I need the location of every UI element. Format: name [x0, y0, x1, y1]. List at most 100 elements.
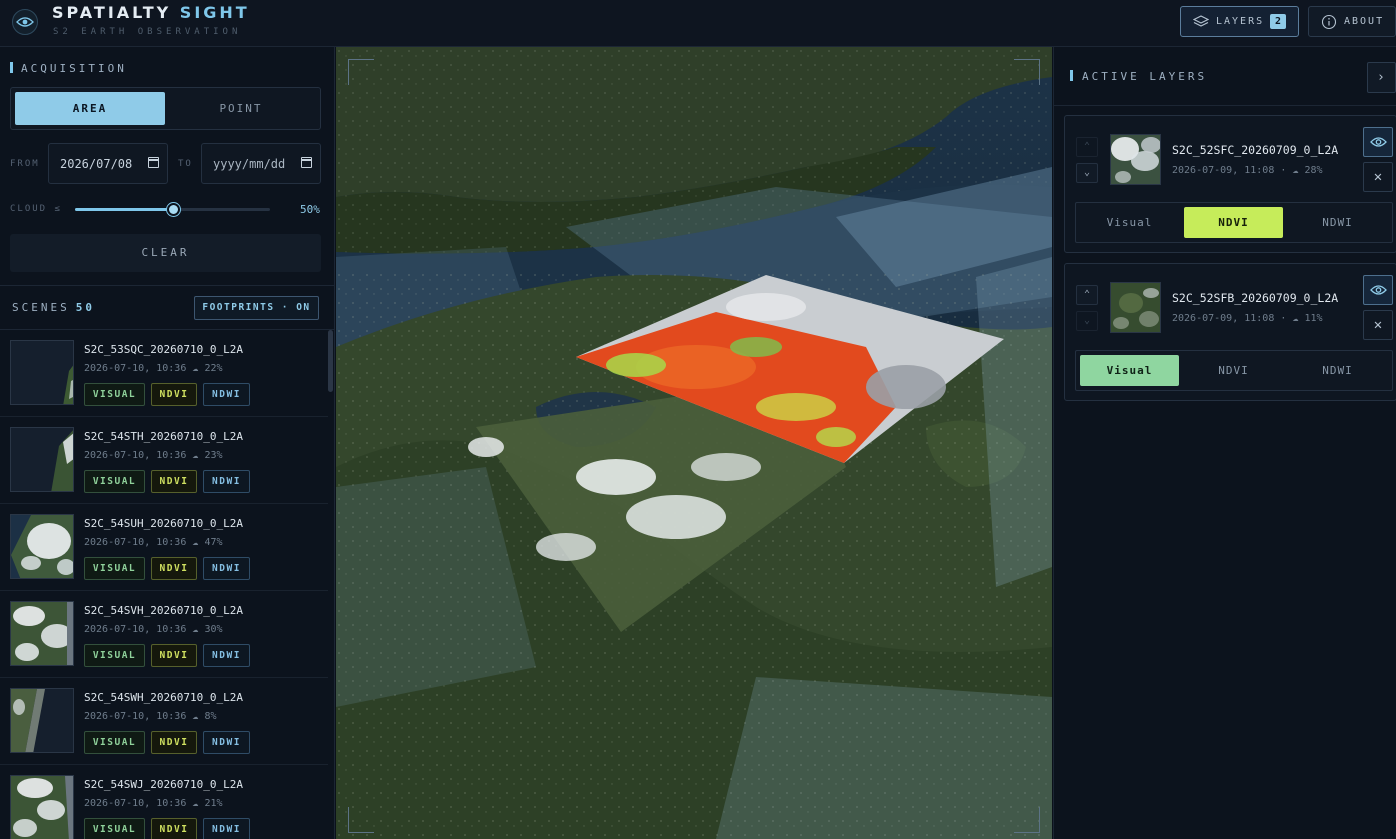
ndvi-pill-button[interactable]: NDVI	[151, 470, 197, 493]
scene-cloud: 22%	[204, 363, 223, 374]
calendar-icon[interactable]	[301, 157, 312, 168]
to-date-placeholder: yyyy/mm/dd	[213, 157, 286, 171]
scene-list-item[interactable]: S2C_54SWH_20260710_0_L2A 2026-07-10, 10:…	[0, 678, 328, 765]
visual-pill-button[interactable]: VISUAL	[84, 644, 145, 667]
mode-ndwi-button[interactable]: NDWI	[1288, 355, 1387, 386]
scene-cloud: 47%	[204, 537, 223, 548]
remove-layer-button[interactable]: ✕	[1363, 310, 1393, 340]
section-marker	[1070, 70, 1073, 81]
layer-mode-toggle: Visual NDVI NDWI	[1075, 350, 1393, 391]
ndwi-pill-button[interactable]: NDWI	[203, 557, 250, 580]
visual-pill-button[interactable]: VISUAL	[84, 731, 145, 754]
layers-button[interactable]: LAYERS 2	[1180, 6, 1299, 37]
top-bar: SPATIALTY SIGHT S2 EARTH OBSERVATION LAY…	[0, 0, 1396, 47]
visual-pill-button[interactable]: VISUAL	[84, 470, 145, 493]
layer-cloud: 11%	[1304, 313, 1323, 324]
ndvi-pill-button[interactable]: NDVI	[151, 644, 197, 667]
satellite-globe-view	[336, 47, 1052, 839]
cloud-value: 50%	[300, 203, 320, 216]
calendar-icon[interactable]	[148, 157, 159, 168]
eye-icon	[1370, 137, 1387, 147]
scene-date: 2026-07-10, 10:36	[84, 798, 187, 809]
scene-name: S2C_54SWH_20260710_0_L2A	[84, 691, 243, 704]
scene-meta: 2026-07-10, 10:36 ☁ 22%	[84, 363, 223, 374]
scene-cloud: 21%	[204, 798, 223, 809]
layer-thumbnail	[1110, 282, 1161, 333]
scene-list-item[interactable]: S2C_53SQC_20260710_0_L2A 2026-07-10, 10:…	[0, 330, 328, 417]
scene-meta: 2026-07-10, 10:36 ☁ 47%	[84, 537, 223, 548]
info-icon	[1321, 14, 1337, 33]
visual-pill-button[interactable]: VISUAL	[84, 557, 145, 580]
cloud-slider[interactable]	[75, 203, 270, 216]
from-date-input[interactable]: 2026/07/08	[48, 143, 168, 184]
scene-name: S2C_54STH_20260710_0_L2A	[84, 430, 243, 443]
visual-pill-button[interactable]: VISUAL	[84, 383, 145, 406]
move-down-button[interactable]: ⌄	[1076, 163, 1098, 183]
eye-icon	[1370, 285, 1387, 295]
ndvi-pill-button[interactable]: NDVI	[151, 731, 197, 754]
scene-name: S2C_54SWJ_20260710_0_L2A	[84, 778, 243, 791]
ndvi-pill-button[interactable]: NDVI	[151, 383, 197, 406]
footprints-toggle-button[interactable]: FOOTPRINTS · ON	[194, 296, 319, 320]
scene-list-item[interactable]: S2C_54SWJ_20260710_0_L2A 2026-07-10, 10:…	[0, 765, 328, 839]
to-date-input[interactable]: yyyy/mm/dd	[201, 143, 321, 184]
layer-meta: 2026-07-09, 11:08 · ☁ 28%	[1172, 165, 1323, 176]
ndwi-pill-button[interactable]: NDWI	[203, 644, 250, 667]
divider	[1054, 105, 1396, 106]
mode-area-button[interactable]: AREA	[15, 92, 165, 125]
scene-thumbnail	[10, 514, 74, 579]
close-icon: ✕	[1373, 169, 1383, 185]
layer-cloud: 28%	[1304, 165, 1323, 176]
clear-button[interactable]: CLEAR	[10, 234, 321, 272]
mode-visual-button[interactable]: Visual	[1080, 355, 1179, 386]
scenes-heading: SCENES 50	[12, 301, 95, 314]
active-layer-card: ⌃ ⌄ S2C_52SFB_20260709_0_L2A 2026-07-09,…	[1064, 263, 1396, 401]
cloud-slider-thumb[interactable]	[167, 203, 180, 216]
layer-date: 2026-07-09, 11:08	[1172, 165, 1275, 176]
acquisition-heading: ACQUISITION	[10, 62, 127, 75]
move-up-button[interactable]: ⌃	[1076, 137, 1098, 157]
mode-ndvi-button[interactable]: NDVI	[1184, 355, 1283, 386]
mode-ndvi-button[interactable]: NDVI	[1184, 207, 1283, 238]
scene-list: S2C_53SQC_20260710_0_L2A 2026-07-10, 10:…	[0, 330, 334, 839]
move-up-button[interactable]: ⌃	[1076, 285, 1098, 305]
cloud-icon: ☁	[1292, 165, 1299, 176]
chevron-right-icon: ›	[1377, 70, 1385, 85]
collapse-panel-button[interactable]: ›	[1367, 62, 1396, 93]
layer-thumbnail	[1110, 134, 1161, 185]
move-down-button[interactable]: ⌄	[1076, 311, 1098, 331]
scene-meta: 2026-07-10, 10:36 ☁ 21%	[84, 798, 223, 809]
mode-point-button[interactable]: POINT	[166, 92, 316, 125]
ndvi-pill-button[interactable]: NDVI	[151, 557, 197, 580]
scene-list-item[interactable]: S2C_54SVH_20260710_0_L2A 2026-07-10, 10:…	[0, 591, 328, 678]
toggle-visibility-button[interactable]	[1363, 127, 1393, 157]
scenes-title: SCENES	[12, 301, 70, 314]
layers-button-label: LAYERS	[1216, 16, 1265, 27]
layers-count-badge: 2	[1270, 14, 1286, 29]
toggle-visibility-button[interactable]	[1363, 275, 1393, 305]
right-panel: ACTIVE LAYERS › ⌃ ⌄ S2C_52SFC_20260709_0…	[1053, 47, 1396, 839]
map-viewport[interactable]	[336, 47, 1052, 839]
ndwi-pill-button[interactable]: NDWI	[203, 818, 250, 839]
viewport-corner-marker	[1014, 807, 1040, 833]
ndwi-pill-button[interactable]: NDWI	[203, 383, 250, 406]
acquisition-mode-toggle: AREA POINT	[10, 87, 321, 130]
layer-name: S2C_52SFC_20260709_0_L2A	[1172, 143, 1339, 157]
mode-visual-button[interactable]: Visual	[1080, 207, 1179, 238]
ndwi-pill-button[interactable]: NDWI	[203, 470, 250, 493]
scene-list-item[interactable]: S2C_54SUH_20260710_0_L2A 2026-07-10, 10:…	[0, 504, 328, 591]
remove-layer-button[interactable]: ✕	[1363, 162, 1393, 192]
scene-list-item[interactable]: S2C_54STH_20260710_0_L2A 2026-07-10, 10:…	[0, 417, 328, 504]
about-button[interactable]: ABOUT	[1308, 6, 1396, 37]
scene-date: 2026-07-10, 10:36	[84, 450, 187, 461]
cloud-icon: ☁	[192, 798, 199, 809]
scene-name: S2C_54SUH_20260710_0_L2A	[84, 517, 243, 530]
ndvi-pill-button[interactable]: NDVI	[151, 818, 197, 839]
scene-thumbnail	[10, 688, 74, 753]
ndwi-pill-button[interactable]: NDWI	[203, 731, 250, 754]
mode-ndwi-button[interactable]: NDWI	[1288, 207, 1387, 238]
app-subtitle: S2 EARTH OBSERVATION	[53, 27, 242, 37]
scene-cloud: 30%	[204, 624, 223, 635]
visual-pill-button[interactable]: VISUAL	[84, 818, 145, 839]
cloud-icon: ☁	[192, 450, 199, 461]
